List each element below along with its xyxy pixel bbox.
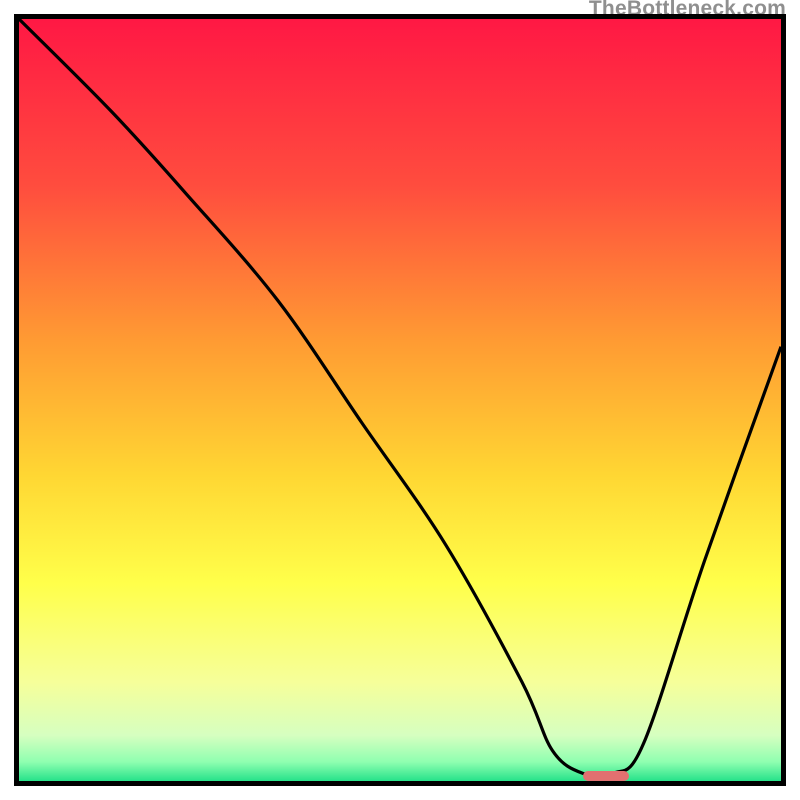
bottleneck-curve (19, 19, 781, 777)
optimal-marker (583, 771, 629, 781)
plot-area (14, 14, 786, 786)
chart-container: TheBottleneck.com (0, 0, 800, 800)
curve-layer (19, 19, 781, 781)
